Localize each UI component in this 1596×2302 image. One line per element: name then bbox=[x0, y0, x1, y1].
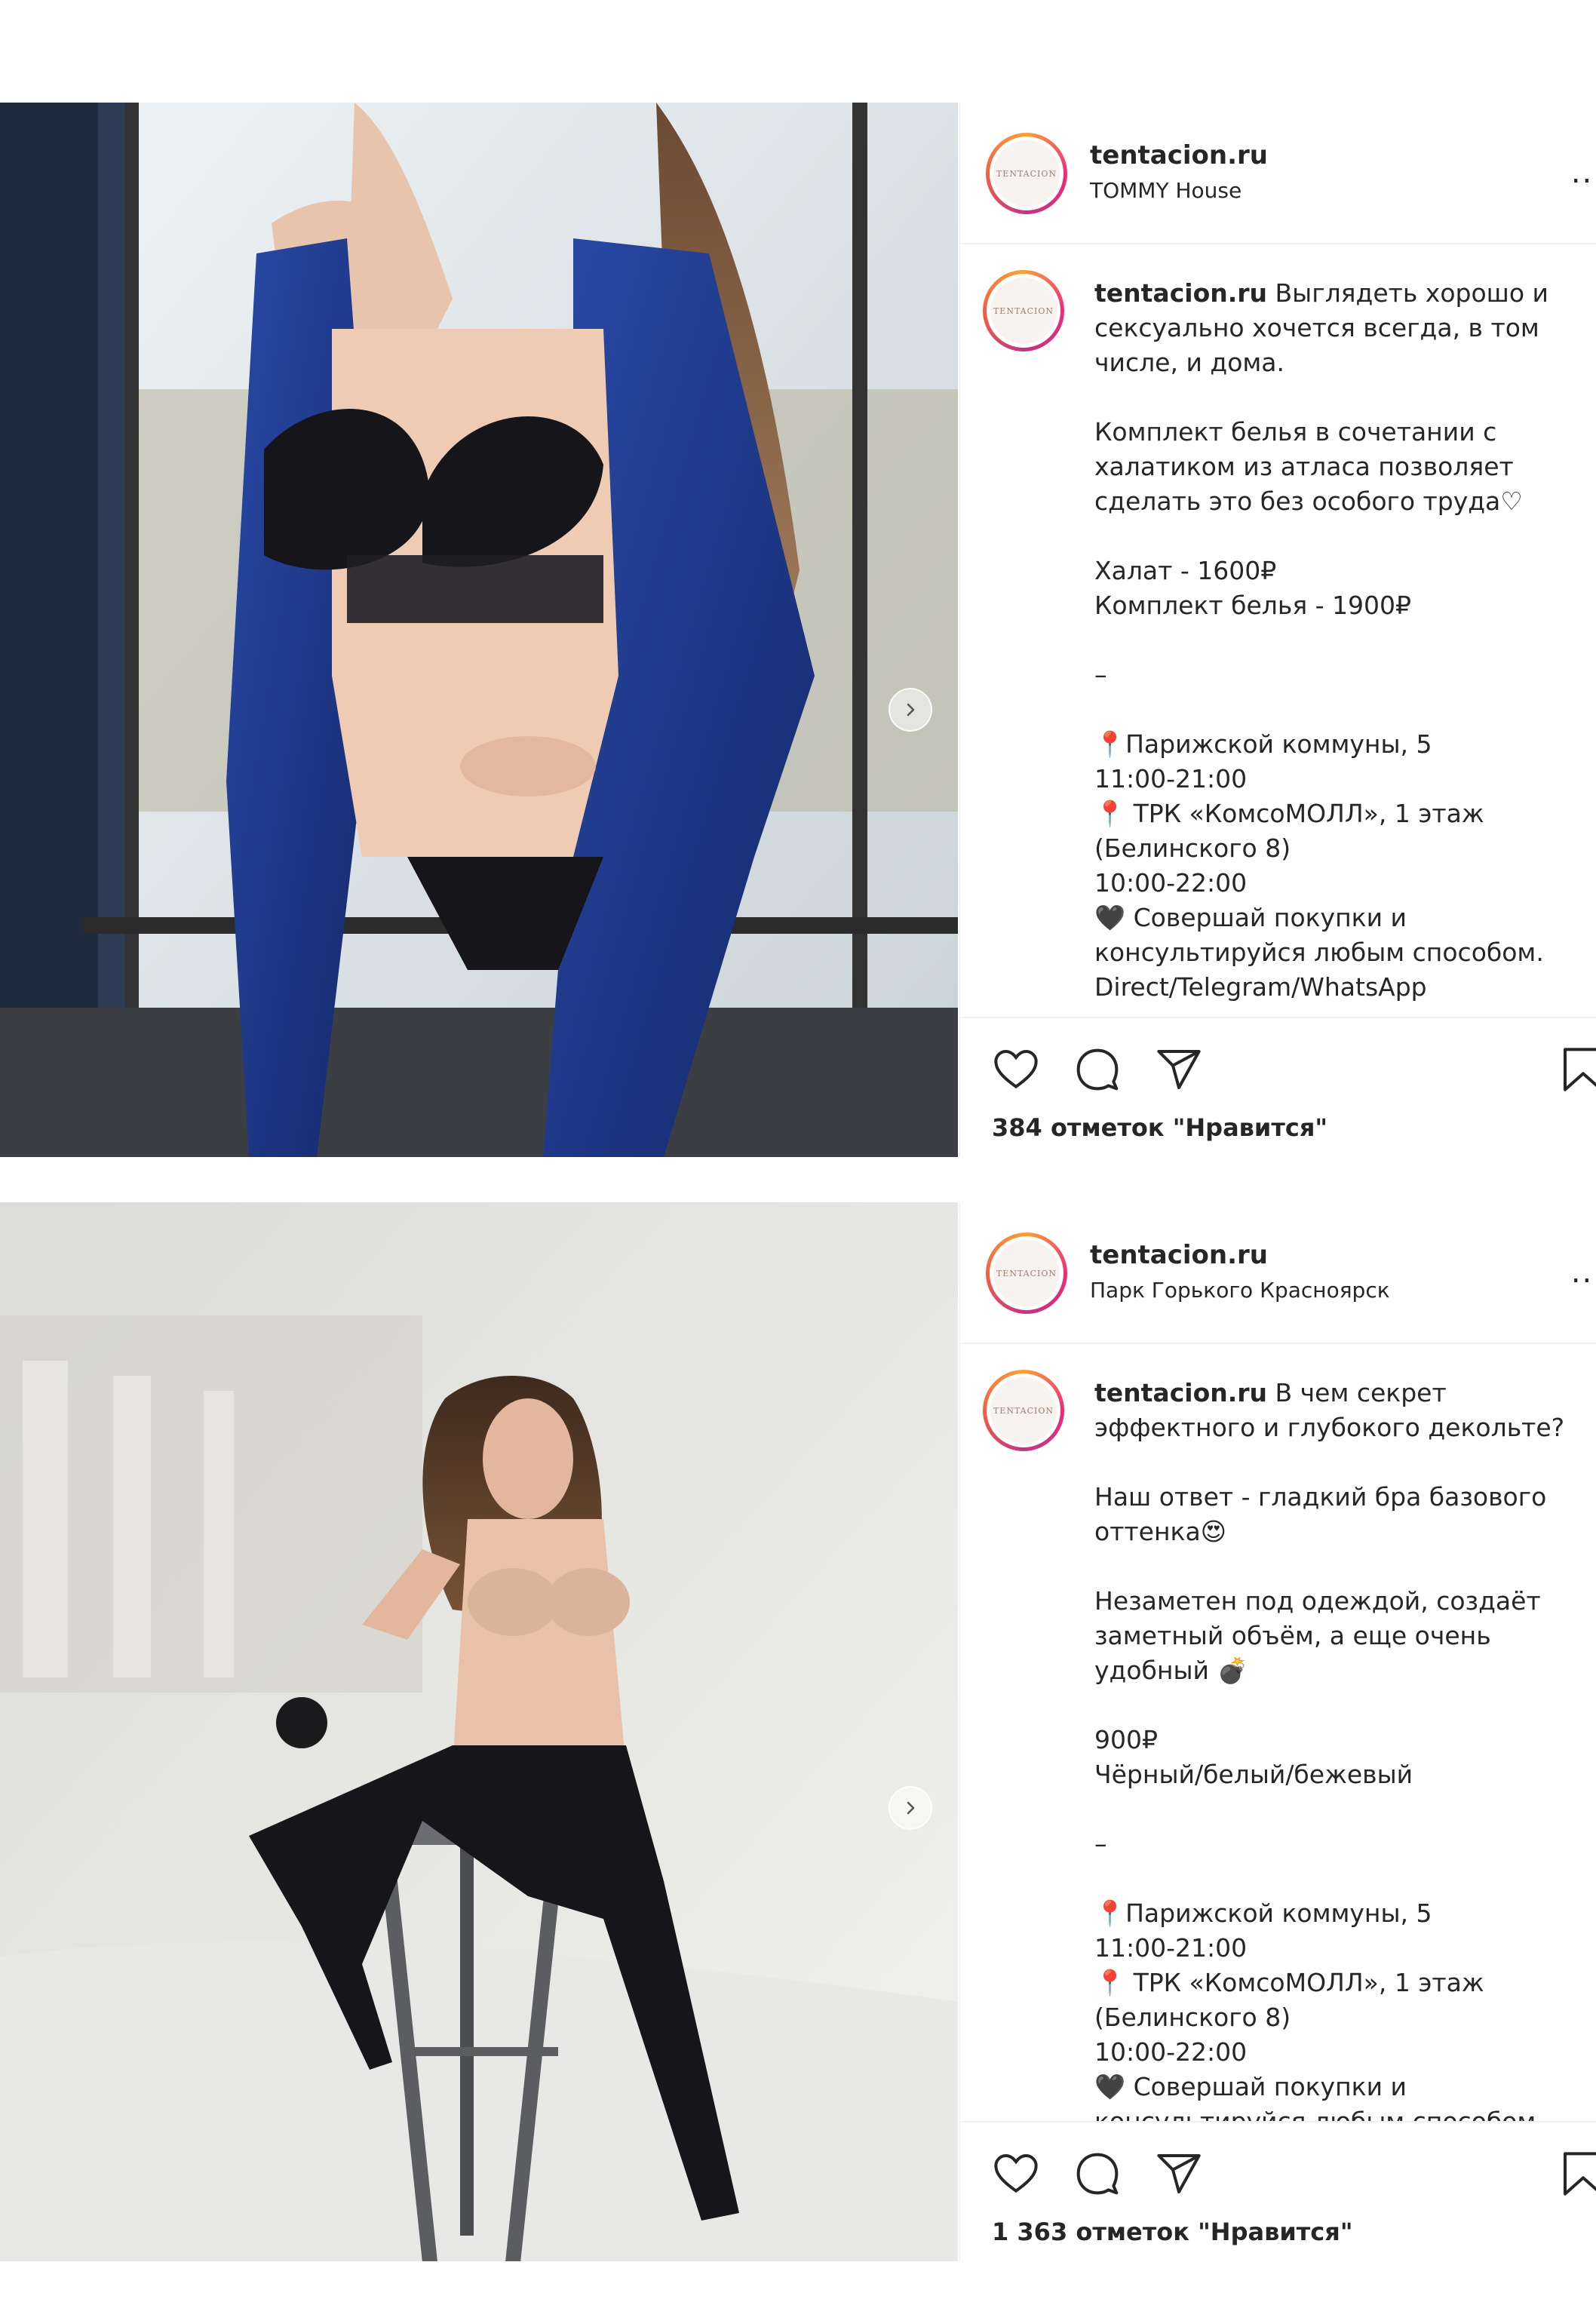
post-photo-image bbox=[0, 103, 958, 1157]
chevron-right-icon bbox=[907, 703, 915, 717]
post-actions: 1 363 отметок "Нравится" bbox=[960, 2121, 1596, 2263]
brand-logo: TENTACION bbox=[993, 1240, 1060, 1306]
feed-post-2: TENTACION tentacion.ru Парк Горького Кра… bbox=[0, 1202, 1596, 2261]
caption-section: TENTACION tentacion.ru Выглядеть хорошо … bbox=[960, 243, 1596, 1110]
caption-avatar[interactable]: TENTACION bbox=[983, 1370, 1064, 1451]
likes-count[interactable]: 384 отметок "Нравится" bbox=[992, 1113, 1327, 1142]
bookmark-icon[interactable] bbox=[1559, 2150, 1596, 2198]
caption-body: В чем секрет эффектного и глубокого деко… bbox=[1094, 1378, 1565, 2121]
post-photo[interactable] bbox=[0, 1202, 958, 2261]
caption-body: Выглядеть хорошо и сексуально хочется вс… bbox=[1094, 278, 1548, 1002]
caption-text: tentacion.ru В чем секрет эффектного и г… bbox=[1094, 1376, 1577, 2121]
post-header: TENTACION tentacion.ru Парк Горького Кра… bbox=[960, 1202, 1596, 1344]
caption-avatar[interactable]: TENTACION bbox=[983, 270, 1064, 351]
feed-post-1: TENTACION tentacion.ru TOMMY House ... T… bbox=[0, 103, 1596, 1157]
bookmark-icon[interactable] bbox=[1559, 1045, 1596, 1094]
share-icon[interactable] bbox=[1155, 1045, 1203, 1094]
avatar[interactable]: TENTACION bbox=[986, 1232, 1067, 1314]
share-icon[interactable] bbox=[1155, 2150, 1203, 2198]
heart-icon[interactable] bbox=[992, 1045, 1040, 1094]
brand-logo: TENTACION bbox=[993, 140, 1060, 207]
brand-logo: TENTACION bbox=[990, 1377, 1057, 1444]
caption-text: tentacion.ru Выглядеть хорошо и сексуаль… bbox=[1094, 276, 1577, 1005]
caption-section: TENTACION tentacion.ru В чем секрет эффе… bbox=[960, 1343, 1596, 2121]
comment-icon[interactable] bbox=[1073, 2150, 1122, 2198]
more-options-icon[interactable]: ... bbox=[1571, 1255, 1596, 1290]
caption-username[interactable]: tentacion.ru bbox=[1094, 1378, 1267, 1407]
heart-icon[interactable] bbox=[992, 2150, 1040, 2198]
post-photo[interactable] bbox=[0, 103, 958, 1157]
username-link[interactable]: tentacion.ru bbox=[1090, 140, 1268, 170]
comment-icon[interactable] bbox=[1073, 1045, 1122, 1094]
location-link[interactable]: TOMMY House bbox=[1090, 178, 1242, 203]
carousel-next-button[interactable] bbox=[889, 1786, 932, 1830]
location-link[interactable]: Парк Горького Красноярск bbox=[1090, 1278, 1390, 1303]
post-photo-image bbox=[0, 1202, 958, 2261]
avatar[interactable]: TENTACION bbox=[986, 133, 1067, 214]
post-actions: 384 отметок "Нравится" bbox=[960, 1017, 1596, 1159]
more-options-icon[interactable]: ... bbox=[1571, 155, 1596, 190]
post-sidebar: TENTACION tentacion.ru TOMMY House ... T… bbox=[959, 103, 1596, 1157]
post-header: TENTACION tentacion.ru TOMMY House ... bbox=[960, 103, 1596, 244]
username-link[interactable]: tentacion.ru bbox=[1090, 1240, 1268, 1270]
chevron-right-icon bbox=[907, 1801, 915, 1815]
post-sidebar: TENTACION tentacion.ru Парк Горького Кра… bbox=[959, 1202, 1596, 2261]
brand-logo: TENTACION bbox=[990, 278, 1057, 344]
likes-count[interactable]: 1 363 отметок "Нравится" bbox=[992, 2218, 1352, 2246]
caption-username[interactable]: tentacion.ru bbox=[1094, 278, 1267, 308]
carousel-next-button[interactable] bbox=[889, 688, 932, 732]
